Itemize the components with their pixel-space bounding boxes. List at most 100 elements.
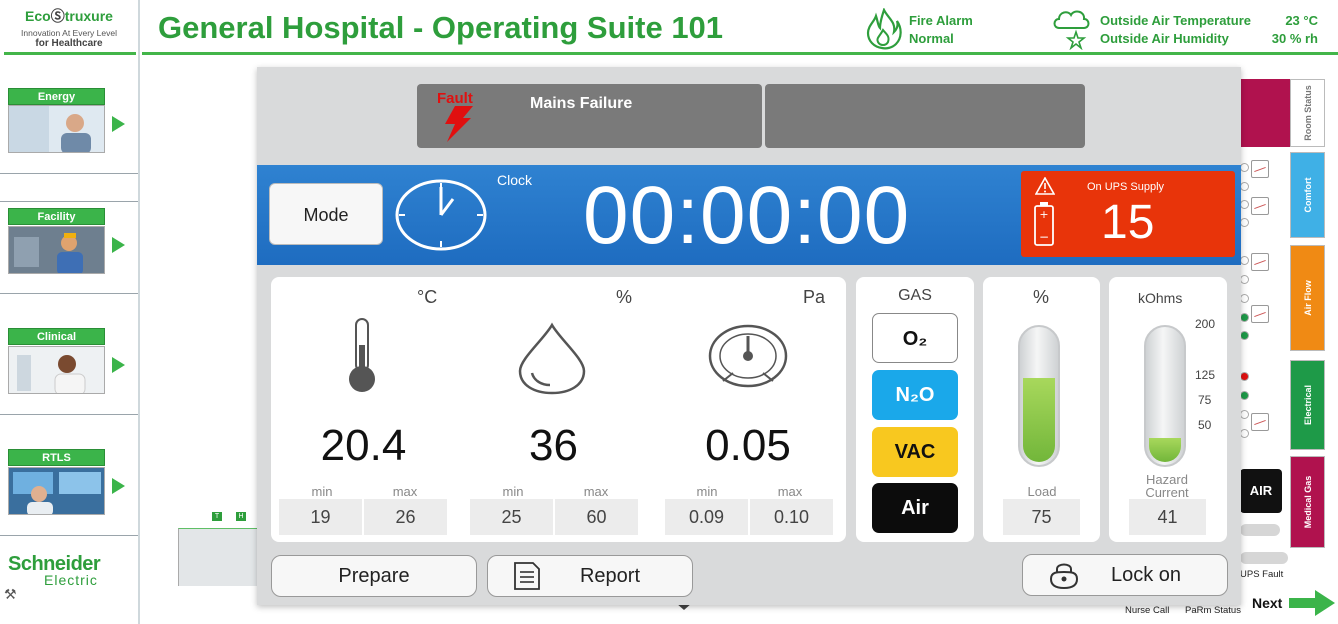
report-button-label: Report <box>579 565 641 587</box>
gas-o2-button[interactable]: O₂ <box>872 313 958 363</box>
outside-temp-value: 23 °C <box>1285 13 1318 28</box>
pressure-min: 0.09 <box>665 499 748 535</box>
gas-title: GAS <box>898 287 932 304</box>
logo-s-icon: Ⓢ <box>50 8 65 24</box>
status-dot <box>1240 391 1249 400</box>
scale-label: 50 <box>1198 418 1212 432</box>
status-dot <box>1240 372 1249 381</box>
trend-chart-icon[interactable] <box>1251 160 1269 178</box>
outside-temp-label: Outside Air Temperature <box>1100 13 1251 28</box>
status-bar <box>1240 524 1280 536</box>
gas-vac-button[interactable]: VAC <box>872 427 958 477</box>
outside-humidity-label: Outside Air Humidity <box>1100 31 1229 46</box>
lock-on-button[interactable]: Lock on <box>1022 554 1228 596</box>
trend-chart-icon[interactable] <box>1251 197 1269 215</box>
pressure-gauge-icon <box>708 324 788 388</box>
humidity-max-label: max <box>583 484 609 499</box>
tab-room-status[interactable]: Room Status <box>1290 79 1325 147</box>
environment-panel: °C % Pa 20.4 36 0.05 min max min max min… <box>271 277 846 542</box>
facility-photo <box>8 226 105 274</box>
status-dot <box>1240 294 1249 303</box>
logo-divider <box>4 52 136 55</box>
report-button[interactable]: Report <box>487 555 693 597</box>
tab-air-flow[interactable]: Air Flow <box>1290 245 1325 351</box>
room-status-panel <box>1240 79 1290 147</box>
tab-comfort[interactable]: Comfort <box>1290 152 1325 238</box>
hazard-label-line2: Current <box>1145 485 1189 500</box>
clock-icon <box>395 179 487 251</box>
status-dot <box>1240 331 1249 340</box>
next-label[interactable]: Next <box>1252 595 1282 611</box>
mode-button[interactable]: Mode <box>269 183 383 245</box>
load-label: Load <box>1027 484 1057 499</box>
pressure-unit: Pa <box>803 287 826 307</box>
sidebar-item-label: Energy <box>8 88 105 105</box>
status-dot <box>1240 275 1249 284</box>
clinical-photo <box>8 346 105 394</box>
thermometer-icon <box>349 318 375 392</box>
hazard-unit: kOhms <box>1138 290 1183 306</box>
sidebar-item-clinical[interactable]: Clinical <box>0 294 138 415</box>
pressure-value: 0.05 <box>705 421 791 470</box>
outside-air-values: 23 °C 30 % rh <box>1272 12 1318 48</box>
logo-eco: Eco <box>25 8 51 24</box>
next-arrow-icon[interactable] <box>1289 590 1335 616</box>
fire-alarm-label: Fire Alarm <box>909 13 973 28</box>
svg-text:+: + <box>1039 208 1048 221</box>
status-dot <box>1240 410 1249 419</box>
trend-chart-icon[interactable] <box>1251 413 1269 431</box>
lock-on-label: Lock on <box>1110 564 1182 586</box>
humidity-unit: % <box>616 287 633 307</box>
status-dot <box>1240 218 1249 227</box>
gas-panel: GAS O₂ N₂O VAC Air <box>856 277 974 542</box>
clinical-arrow-icon[interactable] <box>112 357 125 373</box>
scale-label: 125 <box>1195 368 1216 382</box>
clock-time: 00:00:00 <box>583 170 911 261</box>
humidity-sensor-pin[interactable]: H <box>236 512 246 521</box>
room-floorplan <box>178 528 258 586</box>
rtls-arrow-icon[interactable] <box>112 478 125 494</box>
sidebar-item-facility[interactable]: Facility <box>0 173 138 294</box>
temp-sensor-pin[interactable]: T <box>212 512 222 521</box>
ecostruxure-logo: EcoⓈtruxure Innovation At Every Level fo… <box>6 6 132 49</box>
trend-chart-icon[interactable] <box>1251 305 1269 323</box>
air-button[interactable]: AIR <box>1240 469 1282 513</box>
gas-n2o-button[interactable]: N₂O <box>872 370 958 420</box>
logo-tagline: Innovation At Every Level <box>21 28 117 38</box>
temperature-max-label: max <box>392 484 418 499</box>
ups-value: 15 <box>1101 196 1155 249</box>
scale-label: 200 <box>1195 317 1216 331</box>
sidebar-item-label: Clinical <box>8 328 105 345</box>
sidebar-item-label: RTLS <box>8 449 105 466</box>
alarm-banner[interactable]: Fault Mains Failure <box>417 84 762 148</box>
sidebar-item-label: Facility <box>8 208 105 225</box>
pressure-max-label: max <box>777 484 803 499</box>
prepare-button[interactable]: Prepare <box>271 555 477 597</box>
humidity-min-label: min <box>502 484 524 499</box>
energy-arrow-icon[interactable] <box>112 116 125 132</box>
load-gauge <box>1018 325 1060 467</box>
tools-icon[interactable]: ⚒ <box>4 586 17 603</box>
status-dot <box>1240 256 1249 265</box>
load-panel: % Load 75 <box>983 277 1100 542</box>
tab-electrical[interactable]: Electrical <box>1290 360 1325 450</box>
trend-chart-icon[interactable] <box>1251 253 1269 271</box>
ups-fault-label: UPS Fault <box>1240 569 1284 580</box>
svg-text:−: − <box>1039 230 1049 244</box>
tab-medical-gas[interactable]: Medical Gas <box>1290 456 1325 548</box>
nurse-call-label: Nurse Call <box>1125 605 1170 616</box>
status-dot <box>1240 200 1249 209</box>
pressure-min-label: min <box>696 484 718 499</box>
status-dot <box>1240 163 1249 172</box>
temperature-unit: °C <box>417 287 438 307</box>
schneider-electric-logo: Schneider Electric <box>8 553 132 588</box>
parm-status-label: PaRm Status <box>1185 605 1241 616</box>
facility-arrow-icon[interactable] <box>112 237 125 253</box>
sidebar-item-rtls[interactable]: RTLS <box>0 415 138 536</box>
gas-air-button[interactable]: Air <box>872 483 958 533</box>
status-bar <box>1240 552 1288 564</box>
fault-label: Fault <box>437 90 473 107</box>
battery-icon: +− <box>1034 202 1054 246</box>
energy-photo <box>8 105 105 153</box>
humidity-value: 36 <box>529 421 578 470</box>
